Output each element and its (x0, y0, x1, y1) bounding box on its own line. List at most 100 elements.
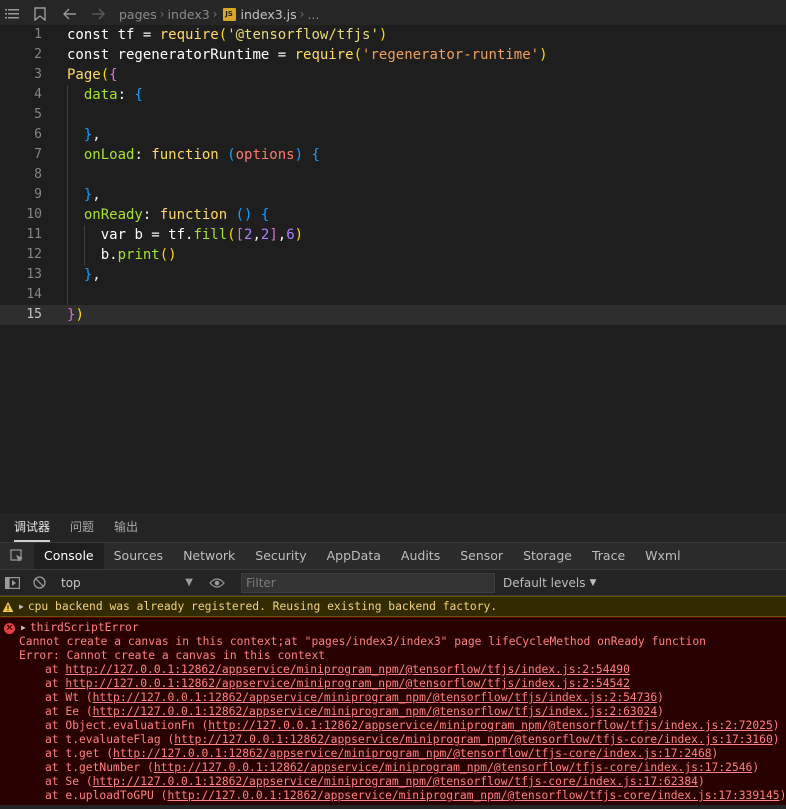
code-editor[interactable]: 1 const tf = require('@tensorflow/tfjs') 2… (0, 25, 786, 515)
tab-security[interactable]: Security (245, 543, 316, 569)
breadcrumb-item-file[interactable]: index3.js (241, 7, 297, 22)
tab-audits[interactable]: Audits (391, 543, 450, 569)
breadcrumb-item-pages[interactable]: pages (119, 7, 157, 22)
code-token: { (134, 87, 143, 103)
sidebar-toggle-icon[interactable] (0, 570, 24, 596)
stack-frame: at Object.evaluationFn (http://127.0.0.1… (45, 719, 780, 732)
stack-frame-function: Se (65, 775, 86, 788)
tab-output[interactable]: 输出 (114, 513, 138, 542)
stack-frame: at Ee (http://127.0.0.1:12862/appservice… (45, 705, 664, 718)
stack-frame-link[interactable]: http://127.0.0.1:12862/appservice/minipr… (65, 677, 630, 690)
stack-frame-link[interactable]: http://127.0.0.1:12862/appservice/minipr… (65, 663, 630, 676)
line-number: 6 (34, 127, 42, 142)
code-token: = (277, 47, 295, 63)
console-output: ▶ cpu backend was already registered. Re… (0, 596, 786, 805)
stack-frame-prefix: at (45, 789, 66, 802)
breadcrumb-item-index3[interactable]: index3 (168, 7, 210, 22)
eye-icon[interactable] (205, 570, 229, 596)
code-line[interactable]: 4 data: { (0, 85, 786, 105)
expand-triangle-icon[interactable]: ▶ (21, 621, 26, 635)
tab-network[interactable]: Network (173, 543, 245, 569)
code-line[interactable]: 10 onReady: function () { (0, 205, 786, 225)
stack-frame-link[interactable]: http://127.0.0.1:12862/appservice/minipr… (93, 775, 698, 788)
code-token: require (294, 47, 354, 63)
tab-problems[interactable]: 问题 (70, 513, 94, 542)
breadcrumb-separator: › (212, 7, 218, 21)
stack-frame-function: t.get (65, 747, 107, 760)
inspect-element-icon[interactable] (0, 543, 34, 569)
back-arrow-icon[interactable] (58, 0, 82, 28)
stack-frame-link[interactable]: http://127.0.0.1:12862/appservice/minipr… (167, 789, 779, 802)
stack-frame-link[interactable]: http://127.0.0.1:12862/appservice/minipr… (93, 691, 658, 704)
line-code: var b = tf.fill([2,2],6) (67, 225, 303, 245)
tab-console[interactable]: Console (34, 543, 104, 569)
code-token: : (117, 87, 135, 103)
error-icon: × (4, 622, 15, 634)
code-line[interactable]: 12 b.print() (0, 245, 786, 265)
code-line[interactable]: 6 }, (0, 125, 786, 145)
stack-frame-link[interactable]: http://127.0.0.1:12862/appservice/minipr… (208, 719, 773, 732)
stack-frame: at http://127.0.0.1:12862/appservice/min… (0, 663, 786, 677)
breadcrumb-item-more[interactable]: ... (307, 7, 319, 22)
code-line[interactable]: 7 onLoad: function (options) { (0, 145, 786, 165)
tab-appdata[interactable]: AppData (317, 543, 391, 569)
code-line[interactable]: 9 }, (0, 185, 786, 205)
code-token: print (117, 247, 160, 263)
log-levels-dropdown[interactable]: Default levels ▼ (503, 576, 596, 590)
console-warning-message[interactable]: ▶ cpu backend was already registered. Re… (0, 596, 786, 617)
code-token: Page (67, 67, 101, 83)
filter-input[interactable] (241, 572, 495, 593)
bookmark-icon[interactable] (28, 0, 52, 28)
code-token: , (92, 267, 101, 283)
stack-frame-link[interactable]: http://127.0.0.1:12862/appservice/minipr… (113, 747, 712, 760)
context-select[interactable]: top ▼ (57, 573, 197, 593)
stack-frame: at http://127.0.0.1:12862/appservice/min… (0, 677, 786, 691)
stack-frame-link[interactable]: http://127.0.0.1:12862/appservice/minipr… (174, 733, 773, 746)
code-line[interactable]: 5 (0, 105, 786, 125)
tab-storage[interactable]: Storage (513, 543, 582, 569)
line-number: 3 (34, 67, 42, 82)
code-token: ( (353, 47, 363, 63)
tab-wxml[interactable]: Wxml (635, 543, 690, 569)
code-token: ( (100, 67, 110, 83)
code-line[interactable]: 15}) (0, 305, 786, 325)
breadcrumb-separator: › (299, 7, 305, 21)
code-line[interactable]: 13 }, (0, 265, 786, 285)
stack-frame-link[interactable]: http://127.0.0.1:12862/appservice/minipr… (154, 761, 753, 774)
outline-list-icon[interactable] (0, 0, 24, 28)
expand-triangle-icon[interactable]: ▶ (19, 600, 24, 614)
code-token: 6 (286, 227, 295, 243)
stack-frame: at t.evaluateFlag (http://127.0.0.1:1286… (45, 733, 780, 746)
code-token: , (92, 187, 101, 203)
tab-debugger[interactable]: 调试器 (14, 513, 51, 542)
stack-frame-function: Ee (65, 705, 86, 718)
console-error-message[interactable]: × ▶ thirdScriptError Cannot create a can… (0, 617, 786, 805)
code-token: ( (227, 147, 236, 163)
code-token: () (159, 247, 177, 263)
stack-frame-function: t.getNumber (65, 761, 148, 774)
clear-console-icon[interactable] (27, 570, 51, 596)
editor-breadcrumb-bar: pages › index3 › JS index3.js › ... (0, 0, 786, 28)
code-line[interactable]: 11 var b = tf.fill([2,2],6) (0, 225, 786, 245)
code-line[interactable]: 8 (0, 165, 786, 185)
forward-arrow-icon[interactable] (86, 0, 110, 28)
code-token: const (67, 47, 118, 63)
indent-guide (67, 105, 68, 125)
code-line[interactable]: 2 const regeneratorRuntime = require('reg… (0, 45, 786, 65)
code-line[interactable]: 3 Page({ (0, 65, 786, 85)
stack-frame-link[interactable]: http://127.0.0.1:12862/appservice/minipr… (93, 705, 658, 718)
code-line[interactable]: 14 (0, 285, 786, 305)
line-code: data: { (67, 85, 143, 105)
error-line: Cannot create a canvas in this context;a… (19, 635, 706, 648)
code-token: '@tensorflow/tfjs' (227, 27, 379, 43)
tab-sensor[interactable]: Sensor (450, 543, 513, 569)
code-token: ) (539, 47, 548, 63)
stack-frame-prefix: at (45, 691, 66, 704)
chevron-down-icon: ▼ (185, 577, 193, 588)
line-code: const regeneratorRuntime = require('rege… (67, 45, 548, 65)
tab-trace[interactable]: Trace (582, 543, 635, 569)
stack-frame-function: e.uploadToGPU (65, 789, 161, 802)
code-line[interactable]: 1 const tf = require('@tensorflow/tfjs') (0, 25, 786, 45)
tab-sources[interactable]: Sources (104, 543, 173, 569)
